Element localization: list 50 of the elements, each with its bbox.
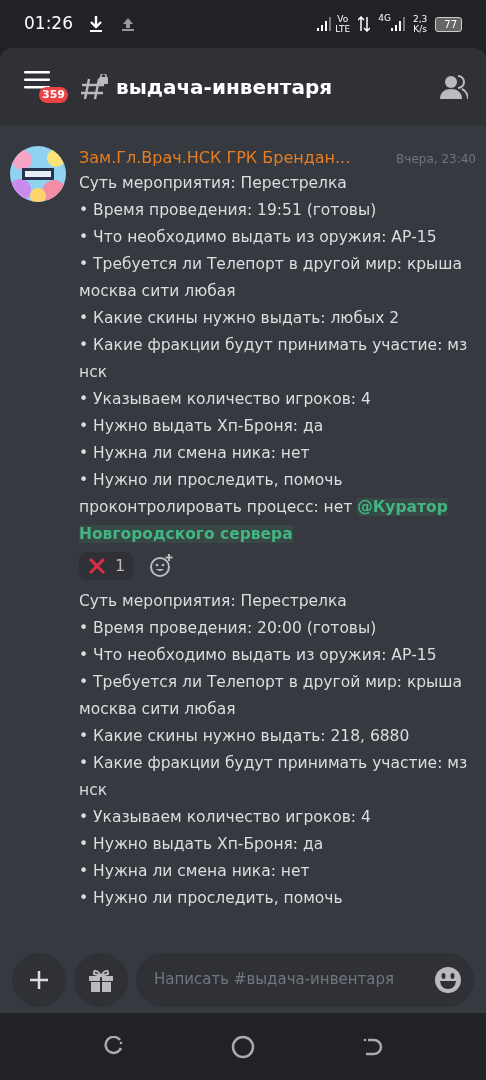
emoji-icon[interactable] [434, 965, 462, 994]
channel-title: выдача-инвентаря [116, 74, 334, 101]
timestamp: Вчера, 23:40 [396, 151, 476, 168]
message-line: • Какие скины нужно выдать: 218, 6880 [79, 726, 411, 747]
plus-icon [29, 969, 49, 990]
signal-icon [390, 16, 405, 32]
message-line: Суть мероприятия: Перестрелка [79, 591, 348, 612]
menu-button[interactable] [24, 69, 50, 90]
message-line: • Нужно выдать Хп-Броня: да [79, 834, 325, 855]
author-name[interactable]: Зам.Гл.Врач.НСК ГРК Брендан... [79, 146, 351, 170]
cross-icon [87, 556, 107, 576]
clock-text: 01:26 [24, 12, 73, 36]
battery-icon: 77 [435, 16, 462, 32]
download-icon [89, 15, 103, 33]
data-arrows-icon [358, 16, 371, 32]
message-line: • Какие фракции будут принимать участие: мз нск [79, 753, 469, 801]
message-line: • Время проведения: 19:51 (готовы) [79, 200, 378, 221]
home-icon[interactable] [231, 1034, 255, 1059]
message-line: • Нужна ли смена ника: нет [79, 443, 311, 464]
message-line: • Нужно ли проследить, помочь проконтролировать процесс: нет @Куратор Новгородского сервера [79, 470, 449, 545]
menu-icon [24, 69, 50, 90]
message-line: • Указываем количество игроков: 4 [79, 807, 372, 828]
message-line: • Требуется ли Телепорт в другой мир: крыша москва сити любая [79, 672, 464, 720]
smiley-plus-icon [149, 554, 174, 578]
message-line: • Указываем количество игроков: 4 [79, 389, 372, 410]
mention-link[interactable]: Новгородского сервера [79, 525, 293, 543]
people-icon [440, 75, 468, 99]
signal-icon [317, 16, 332, 32]
message-line: • Время проведения: 20:00 (готовы) [79, 618, 378, 639]
message-line: • Нужна ли смена ника: нет [79, 861, 311, 882]
message-line: • Что необходимо выдать из оружия: АР-15 [79, 227, 438, 248]
members-button[interactable] [440, 75, 468, 99]
message-line: • Какие фракции будут принимать участие: мз нск [79, 335, 469, 383]
message-line: • Нужно выдать Хп-Броня: да [79, 416, 325, 437]
network-label: 4G [378, 13, 391, 23]
message-line: • Требуется ли Телепорт в другой мир: крыша москва сити любая [79, 254, 464, 302]
message-field[interactable]: Написать #выдача-инвентаря [136, 952, 474, 1007]
network-label: Vo [336, 14, 350, 24]
message-line: • Нужно ли проследить, помочь [79, 888, 344, 909]
speed-text: K/s [412, 24, 428, 34]
unread-badge: 359 [39, 86, 68, 103]
message-line: • Какие скины нужно выдать: любых 2 [79, 308, 401, 329]
message-line: Суть мероприятия: Перестрелка [79, 173, 348, 194]
network-label: LTE [335, 24, 351, 34]
add-reaction-button[interactable] [149, 554, 174, 578]
mention-link[interactable]: @Куратор [357, 498, 448, 516]
hashtag-lock-icon [80, 74, 108, 100]
reaction-button[interactable]: 1 [79, 552, 134, 580]
speed-text: 2,3 [412, 14, 428, 24]
message-line: • Что необходимо выдать из оружия: АР-15 [79, 645, 438, 666]
